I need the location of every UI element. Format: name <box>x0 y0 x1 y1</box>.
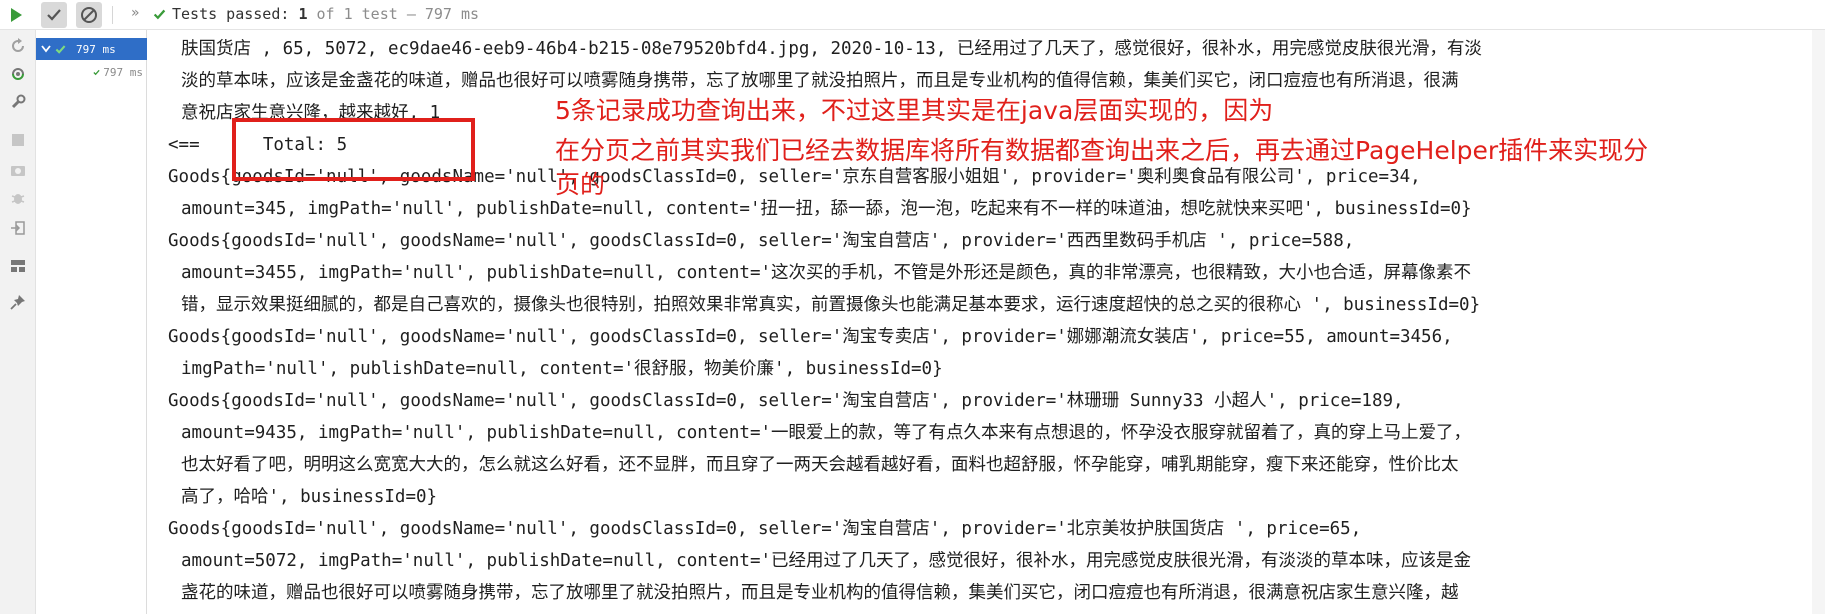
dump-threads-button[interactable] <box>8 160 28 180</box>
pin-tab-button[interactable] <box>8 292 28 312</box>
test-runner-toolbar: » Tests passed: 1 of 1 test – 797 ms <box>0 0 1825 30</box>
console-line: 肤国货店 , 65, 5072, ec9dae46-eeb9-46b4-b215… <box>181 39 1482 59</box>
test-tree: 797 ms 797 ms <box>36 30 147 614</box>
tree-child-duration: 797 ms <box>103 65 143 79</box>
console-vertical-scrollbar[interactable] <box>1812 30 1825 614</box>
console-line: amount=9435, imgPath='null', publishDate… <box>181 423 1472 443</box>
rerun-failed-button[interactable] <box>8 36 28 56</box>
toolbar-divider <box>112 6 113 24</box>
auto-test-icon <box>12 68 24 80</box>
console-line: 盏花的味道，赠品也很好可以喷雾随身携带，忘了放哪里了就没拍照片，而且是专业机构的… <box>181 583 1459 603</box>
console-line: amount=345, imgPath='null', publishDate=… <box>181 199 1472 219</box>
debug-button[interactable] <box>8 188 28 208</box>
passed-count: 1 <box>298 5 308 23</box>
console-line: Goods{goodsId='null', goodsName='null', … <box>168 231 1355 251</box>
console-line: Goods{goodsId='null', goodsName='null', … <box>168 327 1453 347</box>
check-icon <box>47 9 61 21</box>
console-line: Goods{goodsId='null', goodsName='null', … <box>168 519 1362 539</box>
test-status: Tests passed: 1 of 1 test – 797 ms <box>153 5 479 23</box>
console-line: 也太好看了吧，明明这么宽宽大大的，怎么就这么好看，还不显胖，而且穿了一两天会越看… <box>181 455 1459 475</box>
console-line: Goods{goodsId='null', goodsName='null', … <box>168 391 1404 411</box>
ignored-icon <box>81 7 97 23</box>
passed-check-icon <box>93 69 100 75</box>
console-line: 高了，哈哈', businessId=0} <box>181 487 438 507</box>
console-line: imgPath='null', publishDate=null, conten… <box>181 359 943 379</box>
console-line: 淡的草本味，应该是金盏花的味道，赠品也很好可以喷雾随身携带，忘了放哪里了就没拍照… <box>181 71 1459 91</box>
stop-icon <box>12 134 24 146</box>
show-passed-toggle[interactable] <box>41 2 67 28</box>
chevron-down-icon[interactable] <box>41 43 55 56</box>
total-highlight-box <box>232 118 475 181</box>
more-actions-icon[interactable]: » <box>131 5 140 21</box>
pin-icon <box>10 295 25 310</box>
show-ignored-toggle[interactable] <box>76 2 102 28</box>
bug-icon <box>11 194 25 204</box>
rerun-failed-icon <box>12 38 24 52</box>
passed-check-icon <box>55 44 66 54</box>
camera-icon <box>11 166 25 176</box>
console-line: amount=5072, imgPath='null', publishDate… <box>181 551 1472 571</box>
import-icon <box>11 221 25 235</box>
wrench-icon <box>11 94 26 109</box>
tree-root-duration: 797 ms <box>76 42 116 56</box>
status-prefix: Tests passed: <box>172 5 290 23</box>
action-strip <box>0 30 36 614</box>
console-line: amount=3455, imgPath='null', publishDate… <box>181 263 1472 283</box>
rerun-tests-button[interactable] <box>3 2 29 28</box>
layout-icon <box>11 260 25 272</box>
stop-button[interactable] <box>8 130 28 150</box>
passed-check-icon <box>153 9 166 19</box>
annotation-line-2: 在分页之前其实我们已经去数据库将所有数据都查询出来之后，再去通过PageHelp… <box>555 136 1649 165</box>
tree-child-row[interactable]: 797 ms <box>36 63 147 81</box>
console-line: 错，显示效果挺细腻的，都是自己喜欢的，摄像头也很特别，拍照效果非常真实，前置摄像… <box>181 295 1481 315</box>
import-tests-button[interactable] <box>8 218 28 238</box>
tree-root-row[interactable]: 797 ms <box>36 38 147 60</box>
status-suffix: of 1 test <box>316 5 398 23</box>
layout-button[interactable] <box>8 256 28 276</box>
annotation-line-1: 5条记录成功查询出来，不过这里其实是在java层面实现的，因为 <box>555 96 1274 125</box>
settings-button[interactable] <box>8 92 28 112</box>
play-icon <box>11 8 22 22</box>
status-separator: – <box>406 5 416 23</box>
annotation-line-3: 页的 <box>555 170 606 199</box>
toggle-auto-test-button[interactable] <box>8 64 28 84</box>
status-duration: 797 ms <box>424 5 480 23</box>
